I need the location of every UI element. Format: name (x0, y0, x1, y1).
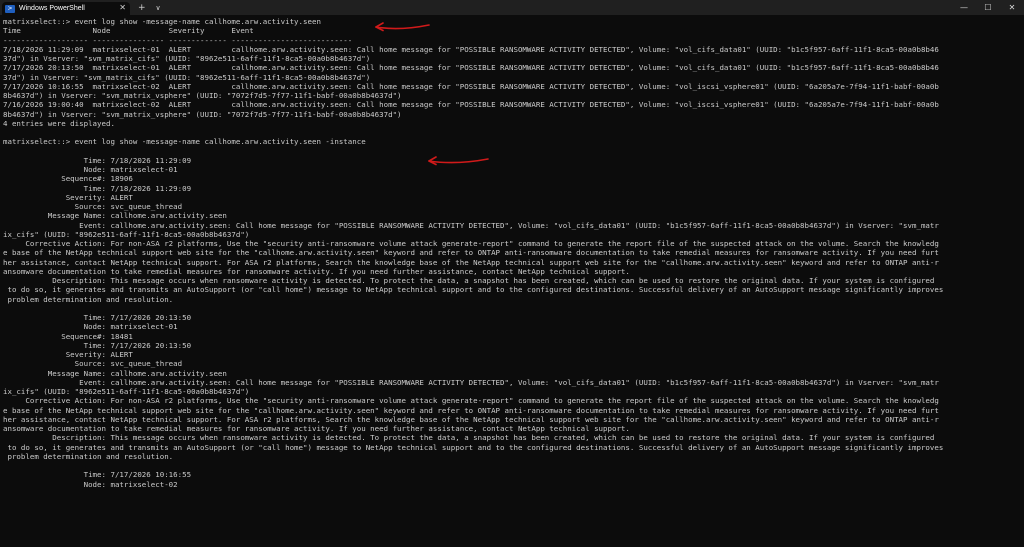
terminal-line: ix_cifs" (UUID: "8962e511-6aff-11f1-8ca5… (3, 387, 250, 396)
terminal-line: e base of the NetApp technical support w… (3, 248, 939, 258)
terminal-output[interactable]: matrixselect::> event log show -message-… (3, 17, 1021, 545)
terminal-line: Severity: ALERT (3, 350, 133, 359)
terminal-line: ansomware documentation to take remedial… (3, 266, 630, 276)
terminal-line: Time: 7/18/2026 11:29:09 (3, 183, 192, 193)
terminal-line: Node: matrixselect-01 (3, 322, 178, 332)
terminal-line: ------------------- ---------------- ---… (3, 35, 353, 45)
terminal-line: 8b4637d") in Vserver: "svm_matrix_vspher… (3, 91, 402, 100)
terminal-line: Node: matrixselect-02 (3, 479, 178, 489)
terminal-line: Time Node Severity Event (3, 26, 254, 36)
terminal-line: Corrective Action: For non-ASA r2 platfo… (3, 396, 939, 406)
terminal-line: ansomware documentation to take remedial… (3, 424, 630, 433)
terminal-line: matrixselect::> event log show -message-… (3, 17, 321, 26)
window-controls: — ☐ ✕ (952, 0, 1024, 15)
terminal-line: her assistance, contact NetApp technical… (3, 257, 939, 267)
minimize-icon[interactable]: — (952, 3, 976, 12)
maximize-icon[interactable]: ☐ (976, 3, 1000, 12)
powershell-icon: > (5, 4, 15, 13)
tab-windows-powershell[interactable]: > Windows PowerShell ✕ (2, 2, 130, 15)
terminal-line: Node: matrixselect-01 (3, 165, 178, 174)
terminal-line: 37d") in Vserver: "svm_matrix_cifs" (UUI… (3, 72, 371, 82)
terminal-line: 7/17/2026 20:13:50 matrixselect-01 ALERT… (3, 63, 939, 73)
terminal-line: Severity: ALERT (3, 192, 133, 202)
terminal-line: problem determination and resolution. (3, 294, 174, 304)
terminal-line: Sequence#: 18906 (3, 174, 133, 184)
terminal-line: e base of the NetApp technical support w… (3, 405, 939, 415)
tab-close-icon[interactable]: ✕ (119, 3, 126, 12)
terminal-line: Message Name: callhome.arw.activity.seen (3, 368, 227, 378)
terminal-line: Time: 7/18/2026 11:29:09 (3, 155, 192, 165)
terminal-line: Event: callhome.arw.activity.seen: Call … (3, 220, 939, 230)
terminal-line: Description: This message occurs when ra… (3, 433, 935, 443)
terminal-line: problem determination and resolution. (3, 451, 174, 461)
terminal-line: 7/16/2026 19:00:40 matrixselect-02 ALERT… (3, 100, 939, 110)
terminal-line: Event: callhome.arw.activity.seen: Call … (3, 377, 939, 387)
terminal-line: Time: 7/17/2026 20:13:50 (3, 313, 192, 322)
terminal-line: Sequence#: 18481 (3, 331, 133, 341)
chevron-down-icon[interactable]: ∨ (156, 4, 161, 12)
terminal-line: matrixselect::> event log show -message-… (3, 137, 366, 147)
new-tab-icon[interactable]: + (138, 3, 146, 13)
terminal-line: to do so, it generates and transmits an … (3, 285, 944, 295)
terminal-line: Source: svc_queue_thread (3, 202, 183, 211)
terminal-line: ix_cifs" (UUID: "8962e511-6aff-11f1-8ca5… (3, 229, 250, 239)
terminal-line: Message Name: callhome.arw.activity.seen (3, 211, 227, 221)
annotation-arrow-2 (428, 156, 489, 166)
terminal-line: Source: svc_queue_thread (3, 359, 183, 369)
terminal-line: to do so, it generates and transmits an … (3, 442, 944, 452)
terminal-line: 7/18/2026 11:29:09 matrixselect-01 ALERT… (3, 44, 939, 54)
tab-title: Windows PowerShell (19, 5, 85, 12)
terminal-line: Description: This message occurs when ra… (3, 276, 935, 285)
terminal-line: 8b4637d") in Vserver: "svm_matrix_vspher… (3, 109, 402, 119)
title-bar: > Windows PowerShell ✕ + ∨ — ☐ ✕ (0, 0, 1024, 15)
terminal-line: 37d") in Vserver: "svm_matrix_cifs" (UUI… (3, 54, 371, 63)
terminal-line: Time: 7/17/2026 10:16:55 (3, 470, 192, 480)
terminal-line: her assistance, contact NetApp technical… (3, 414, 939, 424)
terminal-line: Time: 7/17/2026 20:13:50 (3, 340, 192, 350)
powershell-window: > Windows PowerShell ✕ + ∨ — ☐ ✕ matrixs… (0, 0, 1024, 547)
terminal-line: 4 entries were displayed. (3, 118, 115, 128)
annotation-arrow-1 (375, 22, 430, 32)
close-icon[interactable]: ✕ (1000, 3, 1024, 12)
terminal-line: Corrective Action: For non-ASA r2 platfo… (3, 239, 939, 248)
terminal-line: 7/17/2026 10:16:55 matrixselect-02 ALERT… (3, 81, 939, 91)
